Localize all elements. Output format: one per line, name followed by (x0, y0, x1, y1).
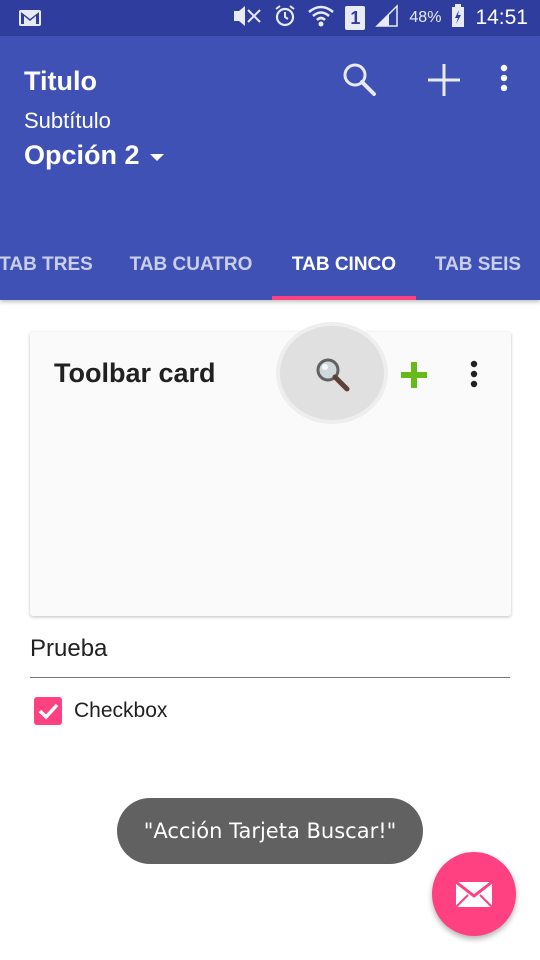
options-spinner[interactable]: Opción 2 (24, 140, 164, 171)
battery-percent: 48% (409, 9, 442, 26)
toolbar-title: Titulo (24, 66, 97, 96)
battery-icon (451, 3, 465, 33)
email-icon (455, 880, 493, 908)
signal-icon (375, 3, 399, 33)
gmail-icon (18, 8, 42, 33)
card-title: Toolbar card (54, 358, 216, 388)
add-icon[interactable] (399, 360, 429, 395)
sim-icon: 1 (345, 6, 366, 30)
spinner-selected-value: Opción 2 (24, 140, 140, 170)
tab-cuatro[interactable]: TAB CUATRO (116, 228, 266, 300)
alarm-icon (273, 4, 297, 33)
fab-email-button[interactable] (432, 852, 516, 936)
add-icon[interactable] (424, 60, 464, 105)
overflow-menu-icon[interactable] (494, 64, 514, 101)
checkmark-icon (38, 703, 59, 720)
text-field[interactable]: Prueba (30, 625, 510, 678)
checkbox-row[interactable]: Checkbox (34, 697, 167, 725)
search-icon[interactable] (340, 60, 378, 103)
dropdown-arrow-icon (149, 154, 164, 161)
mute-icon (231, 5, 263, 32)
tab-indicator (272, 296, 416, 300)
search-icon[interactable] (312, 354, 352, 399)
wifi-icon (307, 4, 335, 33)
tab-tres[interactable]: TAB TRES (0, 228, 98, 300)
status-bar: 1 48% 14:51 (0, 0, 540, 36)
tab-bar: TAB TRES TAB CUATRO TAB CINCO TAB SEIS (0, 228, 540, 300)
tab-seis[interactable]: TAB SEIS (424, 228, 532, 300)
overflow-menu-icon[interactable] (464, 360, 484, 395)
toast-message: "Acción Tarjeta Buscar!" (117, 798, 423, 864)
toolbar-card: Toolbar card (30, 326, 511, 616)
clock: 14:51 (475, 6, 528, 29)
checkbox-label: Checkbox (74, 699, 168, 722)
tab-cinco[interactable]: TAB CINCO (272, 228, 416, 300)
checkbox[interactable] (34, 697, 62, 725)
toolbar-subtitle: Subtítulo (24, 108, 111, 133)
app-bar: Titulo Subtítulo Opción 2 TAB TRES TAB C… (0, 36, 540, 300)
text-field-value: Prueba (30, 635, 108, 662)
